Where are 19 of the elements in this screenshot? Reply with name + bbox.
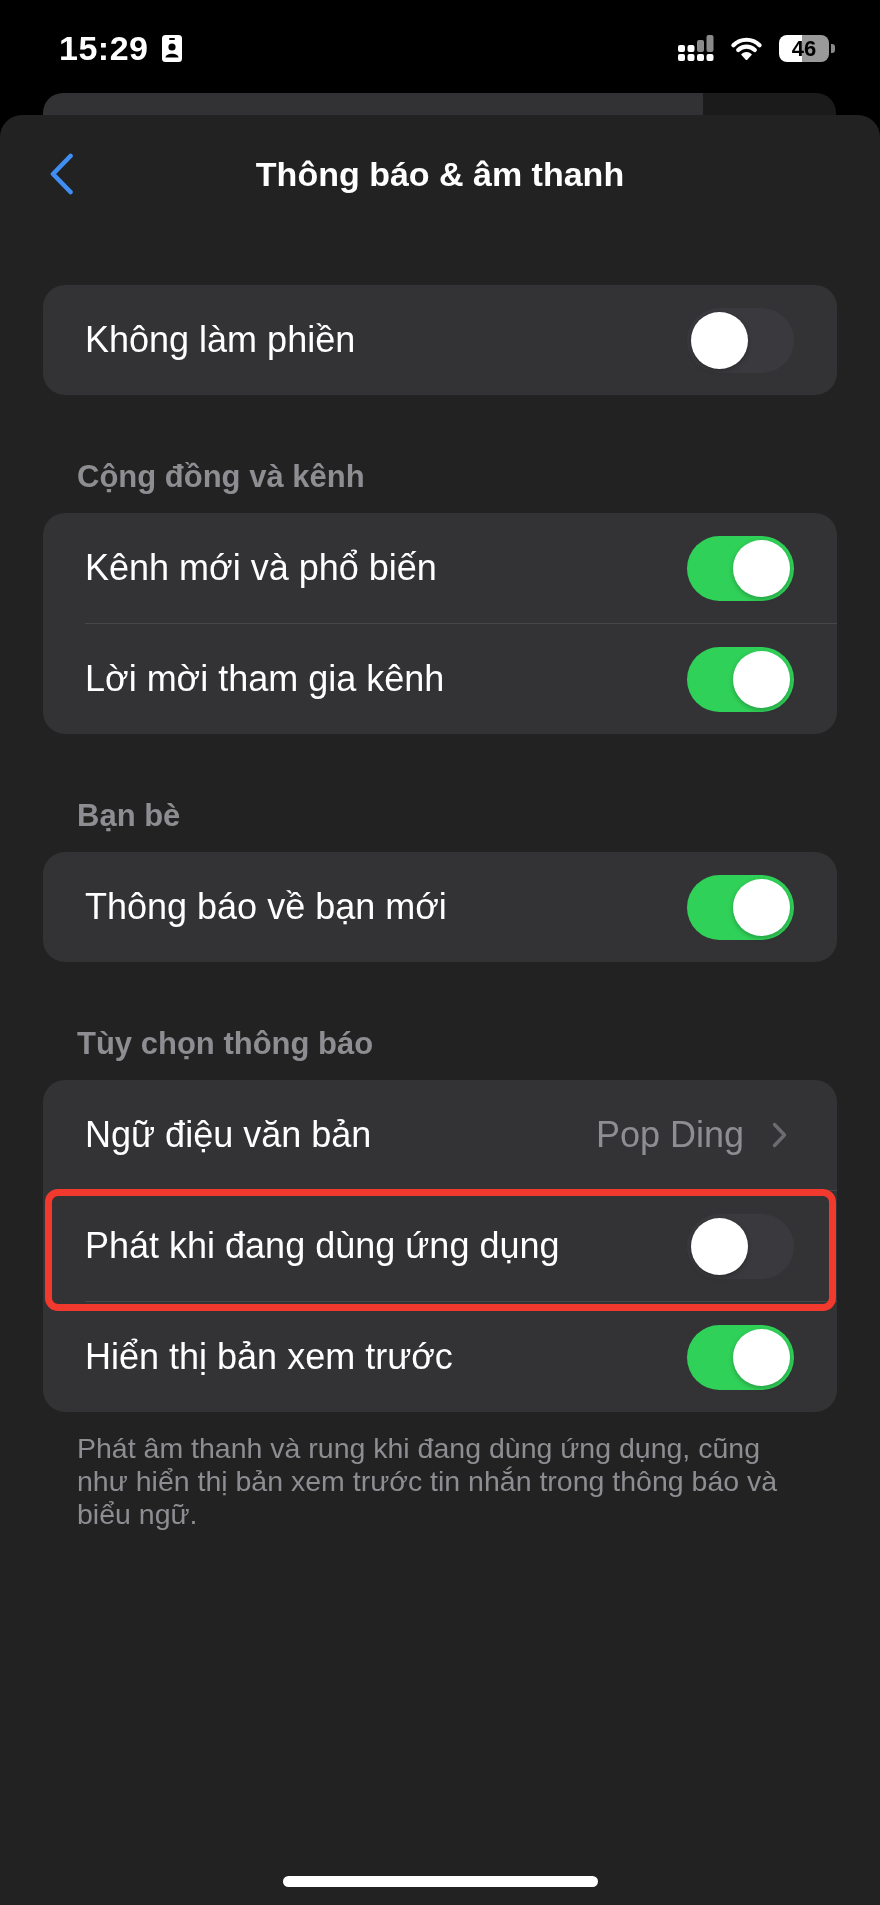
status-time: 15:29	[59, 31, 149, 65]
setting-label: Lời mời tham gia kênh	[85, 658, 446, 700]
id-card-icon	[162, 34, 183, 62]
chevron-right-icon	[772, 1122, 787, 1148]
screen-title: Thông báo & âm thanh	[255, 154, 625, 194]
setting-value: Pop Ding	[595, 1114, 744, 1156]
setting-label: Không làm phiền	[85, 319, 357, 361]
section-header: Cộng đồng và kênh	[76, 458, 366, 495]
section-header: Bạn bè	[76, 797, 182, 834]
signal-icon	[678, 35, 714, 61]
setting-label: Hiển thị bản xem trước	[85, 1336, 454, 1378]
chevron-left-icon	[49, 153, 74, 195]
setting-label: Phát khi đang dùng ứng dụng	[85, 1225, 561, 1267]
setting-label: Kênh mới và phổ biến	[85, 547, 438, 589]
setting-label: Thông báo về bạn mới	[85, 886, 448, 928]
setting-label: Ngữ điệu văn bản	[85, 1114, 373, 1156]
section-header: Tùy chọn thông báo	[76, 1025, 375, 1062]
wifi-icon	[730, 36, 763, 60]
section-footer: Phát âm thanh và rung khi đang dùng ứng dụng, cũng như hiển thị bản xem trước tin nhắn trong thông báo và biểu ngữ.	[0, 1432, 880, 1531]
